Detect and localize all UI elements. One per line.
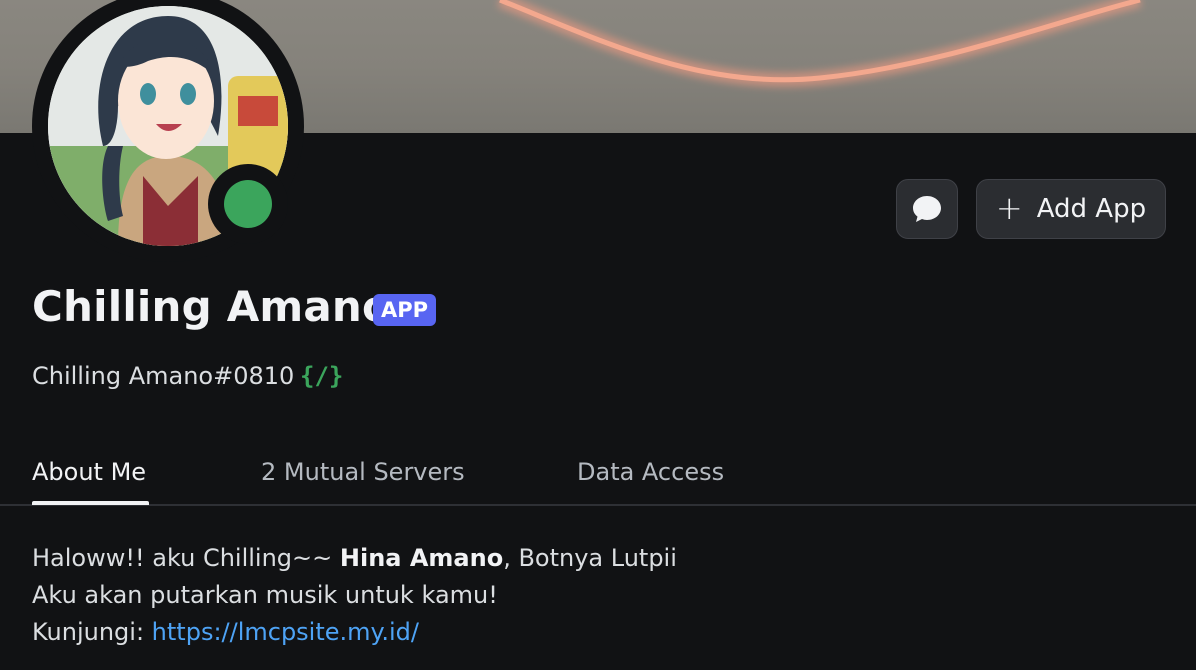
tab-mutual-servers[interactable]: 2 Mutual Servers (261, 458, 465, 486)
online-status-icon (224, 180, 272, 228)
plus-icon: + (995, 188, 1023, 227)
active-tab-indicator (32, 501, 149, 505)
tab-data-access[interactable]: Data Access (577, 458, 724, 486)
about-line-3: Kunjungi: https://lmcpsite.my.id/ (32, 614, 677, 651)
about-text: Kunjungi: (32, 618, 152, 646)
username: Chilling Amano#0810 (32, 362, 295, 390)
slash-commands-badge-icon: {/} (300, 362, 344, 390)
about-text: , Botnya Lutpii (503, 544, 677, 572)
about-line-1: Haloww!! aku Chilling~~ Hina Amano, Botn… (32, 540, 677, 577)
display-name: Chilling Amano (32, 282, 392, 331)
about-me-text: Haloww!! aku Chilling~~ Hina Amano, Botn… (32, 540, 677, 651)
about-bold-name: Hina Amano (339, 544, 504, 572)
send-message-button[interactable] (896, 179, 958, 239)
bot-profile-page: + Add App Chilling Amano APP Chilling Am… (0, 0, 1196, 670)
speech-bubble-icon (913, 196, 941, 222)
app-badge: APP (373, 294, 437, 326)
about-text: Haloww!! aku Chilling~~ (32, 544, 340, 572)
add-app-label: Add App (1036, 194, 1147, 224)
profile-tabs: About Me 2 Mutual Servers Data Access (0, 440, 1196, 506)
website-link[interactable]: https://lmcpsite.my.id/ (152, 618, 419, 646)
tab-about-me[interactable]: About Me (32, 458, 146, 486)
add-app-button[interactable]: + Add App (976, 179, 1166, 239)
about-line-2: Aku akan putarkan musik untuk kamu! (32, 581, 498, 609)
